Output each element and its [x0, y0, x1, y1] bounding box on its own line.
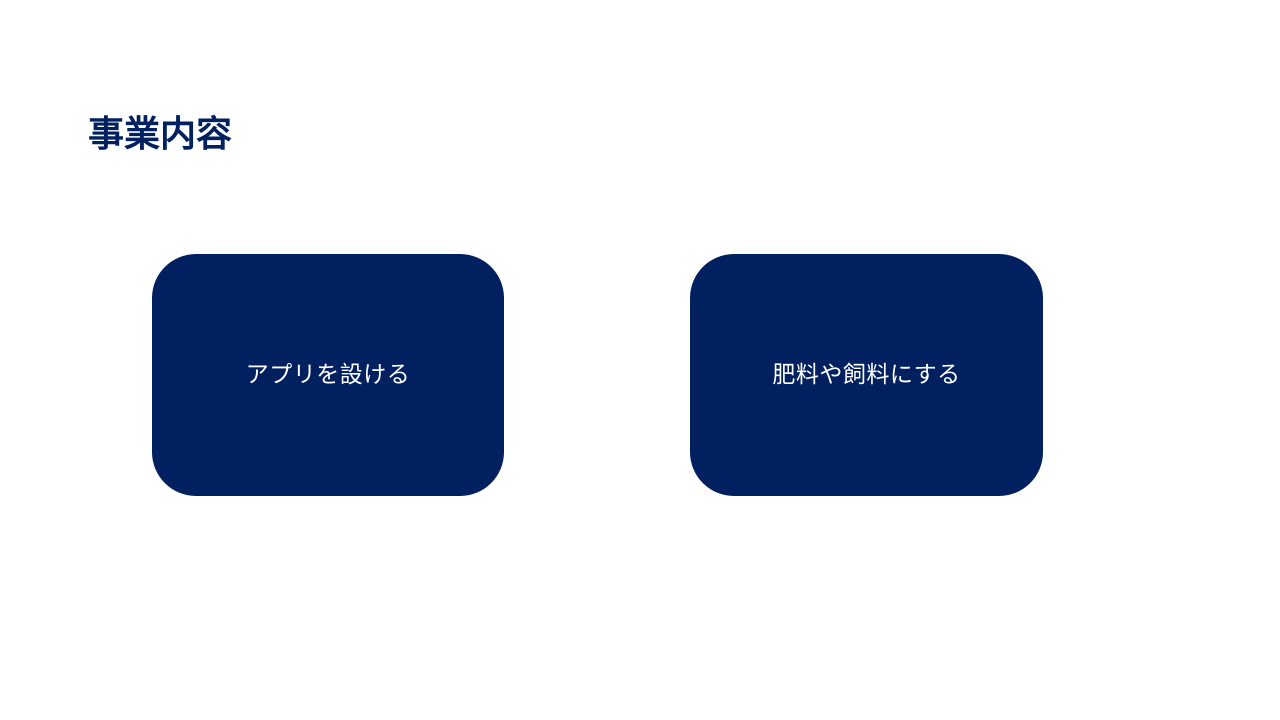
business-box-app: アプリを設ける [152, 254, 504, 496]
slide-title: 事業内容 [88, 114, 233, 155]
slide: 事業内容 アプリを設ける 肥料や飼料にする [0, 0, 1280, 720]
business-box-fertilizer: 肥料や飼料にする [690, 254, 1043, 496]
business-box-label: 肥料や飼料にする [772, 362, 961, 388]
business-box-label: アプリを設ける [245, 362, 411, 388]
